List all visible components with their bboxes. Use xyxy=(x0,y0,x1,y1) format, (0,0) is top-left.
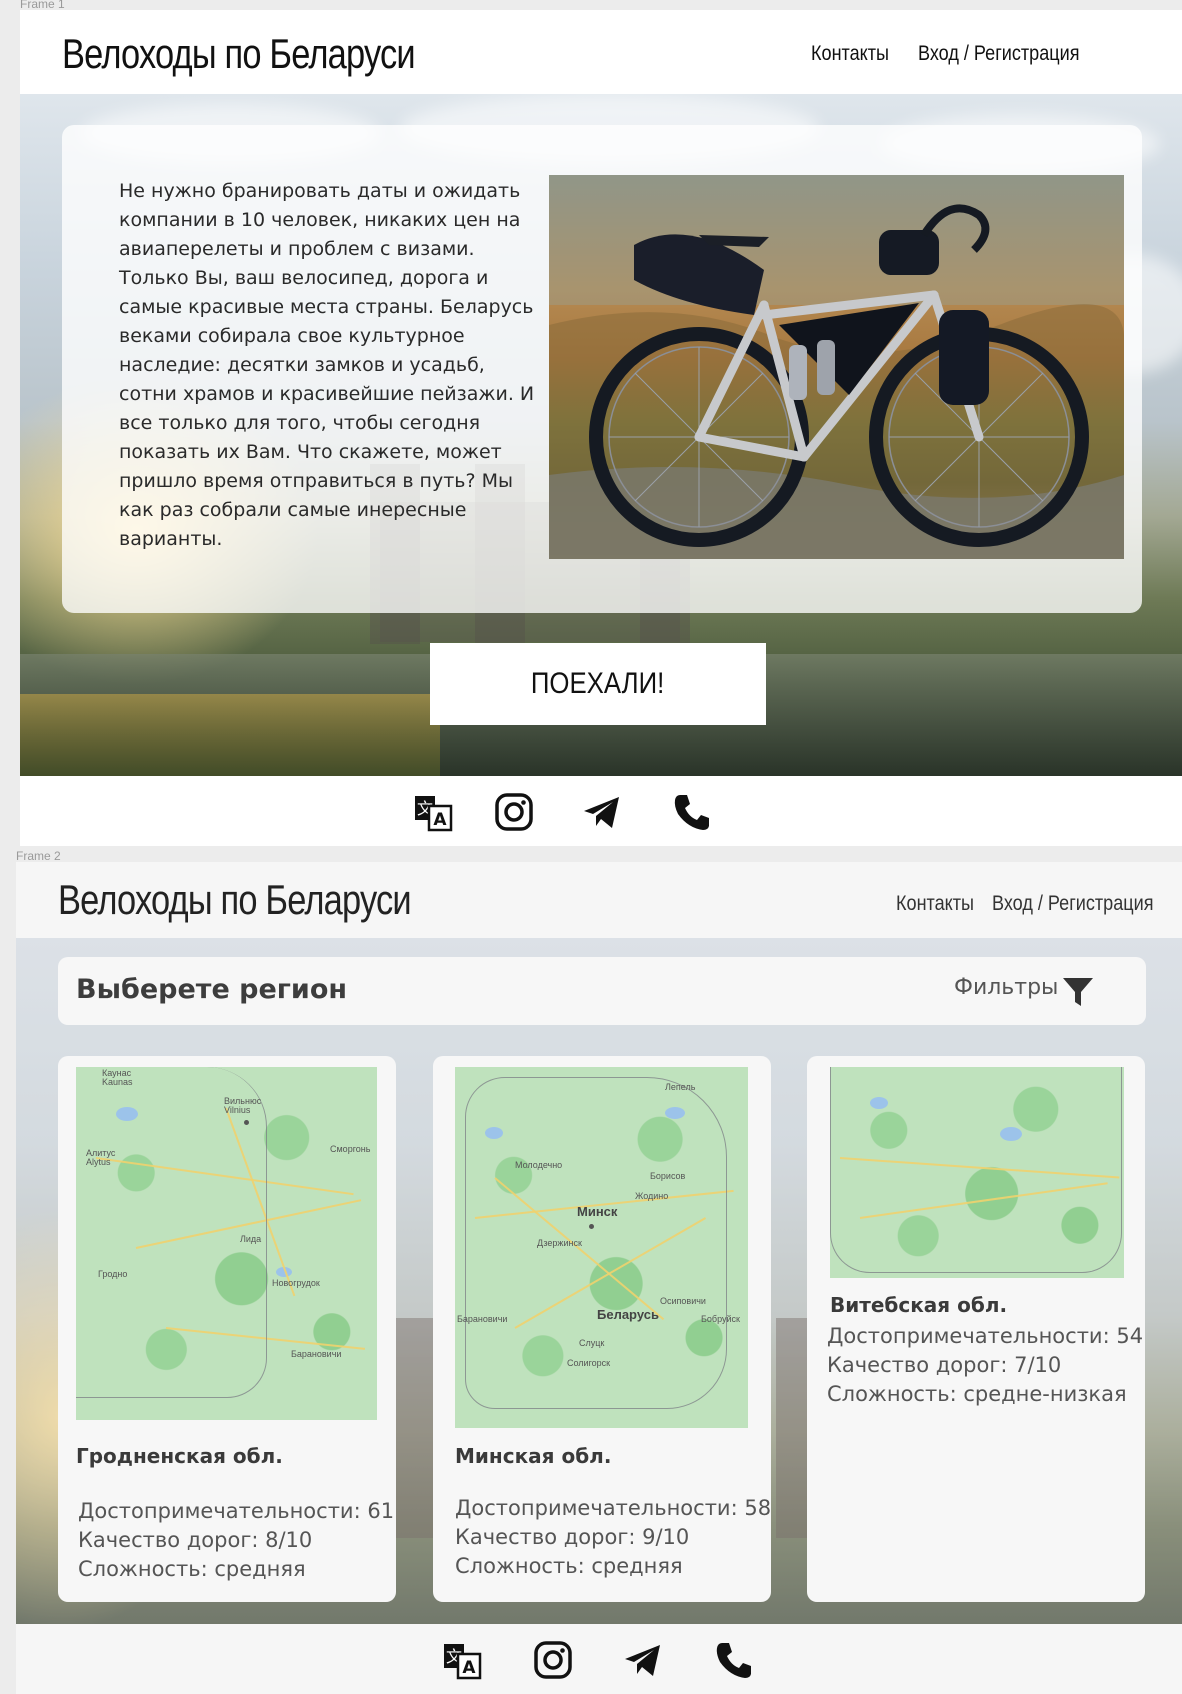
map-label: Вильнюс Vilnius xyxy=(224,1096,262,1115)
region-difficulty: Сложность: средняя xyxy=(455,1554,683,1578)
bicycle-photo xyxy=(549,175,1124,559)
filter-funnel-icon[interactable] xyxy=(1061,975,1095,1009)
lets-go-label: ПОЕХАЛИ! xyxy=(531,667,665,700)
translate-icon[interactable]: 文A xyxy=(442,1640,482,1680)
phone-icon[interactable] xyxy=(672,792,712,832)
instagram-icon[interactable] xyxy=(494,792,534,832)
filters-button[interactable]: Фильтры xyxy=(954,975,1058,1000)
map-grodno[interactable]: Каунас Kaunas Вильнюс Vilnius Алитус Aly… xyxy=(76,1067,377,1420)
translate-icon[interactable]: 文A xyxy=(413,792,453,832)
map-vitebsk[interactable] xyxy=(830,1067,1124,1278)
frame-2: Велоходы по Беларуси Контакты Вход / Рег… xyxy=(16,862,1182,1694)
region-road-quality: Качество дорог: 7/10 xyxy=(827,1353,1062,1377)
map-label: Слуцк xyxy=(579,1338,605,1348)
nav-contacts-link[interactable]: Контакты xyxy=(811,42,889,66)
lets-go-button[interactable]: ПОЕХАЛИ! xyxy=(430,643,766,725)
map-label: Солигорск xyxy=(567,1358,611,1368)
region-name: Минская обл. xyxy=(455,1444,612,1468)
frame-1: Велоходы по Беларуси Контакты Вход / Рег… xyxy=(20,10,1182,846)
map-label: Дзержинск xyxy=(537,1238,582,1248)
map-label: Гродно xyxy=(98,1269,128,1279)
map-label: Сморгонь xyxy=(330,1144,371,1154)
intro-text: Не нужно бранировать даты и ожидать комп… xyxy=(119,180,535,550)
map-label: Минск xyxy=(577,1204,618,1219)
map-label: Барановичи xyxy=(457,1314,508,1324)
region-card-minsk[interactable]: Минск Беларусь Молодечно Борисов Жодино … xyxy=(433,1056,771,1602)
intro-card: Не нужно бранировать даты и ожидать комп… xyxy=(62,125,1142,613)
region-road-quality: Качество дорог: 9/10 xyxy=(455,1525,690,1549)
region-attractions: Достопримечательности: 61 xyxy=(78,1499,395,1523)
map-label: Каунас Kaunas xyxy=(102,1068,133,1087)
region-title: Выберете регион xyxy=(76,974,348,1005)
region-bar: Выберете регион Фильтры xyxy=(58,957,1146,1025)
nav-login-link[interactable]: Вход / Регистрация xyxy=(918,42,1079,66)
region-attractions: Достопримечательности: 54 xyxy=(827,1324,1144,1348)
telegram-icon[interactable] xyxy=(623,1640,663,1680)
region-card-vitebsk[interactable]: Витебская обл. Достопримечательности: 54… xyxy=(807,1056,1145,1602)
nav-login-link[interactable]: Вход / Регистрация xyxy=(992,892,1153,916)
map-label: Барановичи xyxy=(291,1349,342,1359)
svg-text:A: A xyxy=(433,810,447,830)
map-label: Жодино xyxy=(635,1191,669,1201)
region-difficulty: Сложность: средняя xyxy=(78,1557,306,1581)
map-label: Алитус Alytus xyxy=(86,1148,116,1167)
svg-text:A: A xyxy=(462,1658,476,1678)
map-label: Осиповичи xyxy=(660,1296,706,1306)
phone-icon[interactable] xyxy=(714,1640,754,1680)
map-label: Лида xyxy=(240,1234,262,1244)
map-label: Лепель xyxy=(665,1082,696,1092)
header: Велоходы по Беларуси Контакты Вход / Рег… xyxy=(20,10,1182,94)
footer: 文A xyxy=(16,1624,1182,1694)
map-label: Борисов xyxy=(650,1171,686,1181)
map-minsk[interactable]: Минск Беларусь Молодечно Борисов Жодино … xyxy=(455,1067,748,1428)
region-card-grodno[interactable]: Каунас Kaunas Вильнюс Vilnius Алитус Aly… xyxy=(58,1056,396,1602)
footer: 文A xyxy=(20,776,1182,846)
map-label: Беларусь xyxy=(597,1307,659,1322)
region-difficulty: Сложность: средне-низкая xyxy=(827,1382,1127,1406)
site-title[interactable]: Велоходы по Беларуси xyxy=(62,30,416,78)
region-road-quality: Качество дорог: 8/10 xyxy=(78,1528,313,1552)
region-name: Витебская обл. xyxy=(830,1293,1008,1317)
telegram-icon[interactable] xyxy=(582,792,622,832)
region-attractions: Достопримечательности: 58 xyxy=(455,1496,772,1520)
map-label: Бобруйск xyxy=(701,1314,740,1324)
map-label: Новогрудок xyxy=(272,1278,320,1288)
header: Велоходы по Беларуси Контакты Вход / Рег… xyxy=(16,862,1182,938)
frame-2-label: Frame 2 xyxy=(16,849,61,863)
map-label: Молодечно xyxy=(515,1160,563,1170)
region-name: Гродненская обл. xyxy=(76,1444,283,1468)
nav-contacts-link[interactable]: Контакты xyxy=(896,892,974,916)
site-title[interactable]: Велоходы по Беларуси xyxy=(58,876,412,924)
instagram-icon[interactable] xyxy=(533,1640,573,1680)
